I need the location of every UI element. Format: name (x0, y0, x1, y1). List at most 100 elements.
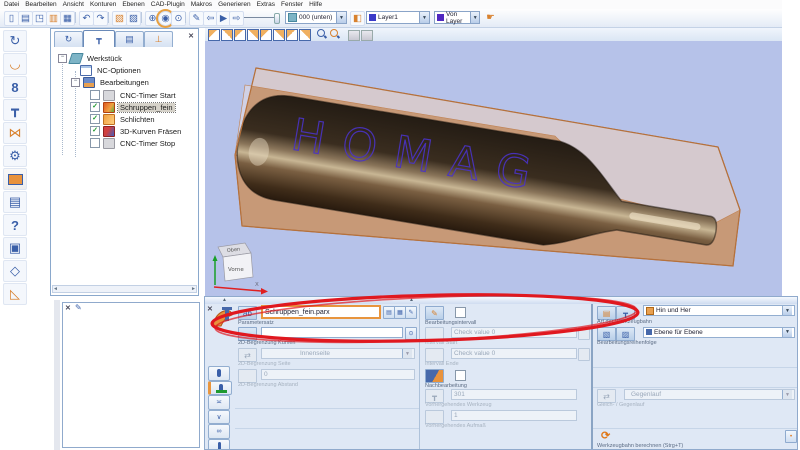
undo-icon[interactable]: ↶ (79, 11, 94, 26)
copy-icon[interactable]: ▧ (112, 11, 127, 26)
drill-macro-icon[interactable]: 8 (3, 76, 27, 98)
param-tab-clamp[interactable]: ≍ (208, 395, 230, 410)
calculate-toolpath-icon[interactable]: ⟳ (601, 429, 610, 442)
view-bottom-icon[interactable] (286, 29, 298, 41)
contour-new-icon[interactable]: ↻ (3, 30, 27, 52)
open-file-icon[interactable]: ◳ (32, 11, 47, 26)
menu-ebenen[interactable]: Ebenen (122, 1, 144, 8)
view-iso1-icon[interactable] (208, 29, 220, 41)
view-iso2-icon[interactable] (221, 29, 233, 41)
clip-plane-icon[interactable] (348, 30, 360, 41)
tab-contours[interactable]: ↻ (54, 31, 83, 47)
tree-item-bearbeitungen[interactable]: − Bearbeitungen (71, 76, 151, 88)
vorhergehendes-werkzeug-field[interactable]: 301 (451, 389, 577, 400)
tab-machining[interactable]: ┳ (83, 30, 115, 48)
new-template-icon[interactable]: ▤ (18, 11, 33, 26)
chevron-down-icon[interactable]: ▼ (336, 12, 346, 23)
color-select[interactable]: Von Layer ▼ (434, 11, 480, 24)
begrenzung-abstand-field[interactable]: 0 (261, 369, 415, 380)
checkbox[interactable] (90, 138, 100, 148)
collapse-icon[interactable]: ▲ (409, 297, 414, 303)
view-side-icon[interactable] (260, 29, 272, 41)
begrenzung-seite-select[interactable]: Innenseite ▼ (261, 348, 415, 359)
reihenfolge-select[interactable]: Ebene für Ebene ▼ (643, 327, 795, 338)
view-front-icon[interactable] (247, 29, 259, 41)
menu-fenster[interactable]: Fenster (281, 1, 303, 8)
close-icon[interactable]: ✕ (188, 32, 194, 40)
layer-select[interactable]: Layer1 ▼ (366, 11, 430, 24)
view-back-icon[interactable] (273, 29, 285, 41)
param-tab-probe[interactable] (208, 439, 230, 450)
new-file-icon[interactable]: ▯ (4, 11, 19, 26)
nachbearbeitung-checkbox[interactable] (455, 370, 466, 381)
contour-pen-icon[interactable]: ✎ (189, 11, 204, 26)
param-tab-link[interactable]: ∞ (208, 424, 230, 439)
edit-paramset-button[interactable]: ✎ (405, 306, 417, 319)
document-macro-icon[interactable]: ▤ (3, 191, 27, 213)
param-tab-vgroove[interactable]: ∨ (208, 410, 230, 425)
speed-slider-handle[interactable] (274, 13, 280, 24)
panel-header[interactable]: ▲ ▲ (205, 297, 798, 304)
param-tab-tool-active[interactable] (208, 381, 232, 396)
help-query-icon[interactable]: ? (3, 214, 27, 236)
intervall-start-field[interactable]: Check value 0 (451, 327, 577, 338)
scroll-right-icon[interactable]: ► (191, 286, 196, 292)
menu-generieren[interactable]: Generieren (218, 1, 251, 8)
tree-item-3d-kurven-fraesen[interactable]: ✓ 3D-Kurven Fräsen (90, 125, 183, 137)
monitor-macro-icon[interactable] (3, 168, 27, 190)
corner-tool-icon[interactable]: ◺ (3, 283, 27, 305)
checkbox[interactable]: ✓ (90, 102, 100, 112)
import-icon[interactable]: ▥ (46, 11, 61, 26)
tree-item-werkstueck[interactable]: − Werkstück (58, 52, 124, 64)
panel-splitter[interactable] (54, 300, 60, 450)
tree-horizontal-scrollbar[interactable]: ◄ ► (52, 285, 197, 293)
surface-macro-icon[interactable]: ◇ (3, 260, 27, 282)
vorhergehendes-aufmass-field[interactable]: 1 (451, 410, 577, 421)
gear-macro-icon[interactable]: ⚙ (3, 145, 27, 167)
werkzeugbahn-select[interactable]: Hin und Her ▼ (643, 305, 795, 316)
redo-icon[interactable]: ↷ (93, 11, 108, 26)
step-forward-icon[interactable]: ⇨ (229, 11, 244, 26)
chevron-down-icon[interactable]: ▼ (782, 328, 792, 337)
bearbeitungsintervall-checkbox[interactable] (455, 307, 466, 318)
hand-pick-icon[interactable]: ☛ (484, 11, 497, 24)
wireframe-view-icon[interactable]: ⊙ (171, 11, 186, 26)
checkbox[interactable]: ✓ (90, 114, 100, 124)
tree-item-schruppen-fein[interactable]: ✓ Schruppen_fein (90, 101, 175, 113)
collapse-icon[interactable]: ▲ (222, 297, 227, 303)
edit-note-icon[interactable]: ✎ (75, 303, 82, 312)
chevron-down-icon[interactable]: ▼ (470, 12, 479, 23)
expander-icon[interactable]: − (71, 78, 80, 87)
menu-konturen[interactable]: Konturen (90, 1, 116, 8)
menu-ansicht[interactable]: Ansicht (63, 1, 84, 8)
menu-cad-plugin[interactable]: CAD-Plugin (151, 1, 185, 8)
begrenzung-kurven-field[interactable] (261, 327, 403, 338)
menu-makros[interactable]: Makros (191, 1, 212, 8)
param-tab-tool[interactable] (208, 366, 230, 381)
close-icon[interactable]: ✕ (65, 304, 71, 312)
paint-layer-icon[interactable]: ◧ (350, 11, 365, 26)
orientation-cube[interactable]: Oben Vorne X (211, 237, 275, 295)
tab-report[interactable]: ▤ (115, 31, 144, 47)
save-icon[interactable]: ▦ (60, 11, 75, 26)
chevron-down-icon[interactable]: ▼ (419, 12, 429, 23)
level-select[interactable]: 000 (unten) ▼ (285, 11, 347, 24)
menu-bearbeiten[interactable]: Bearbeiten (25, 1, 56, 8)
expander-icon[interactable]: − (58, 54, 67, 63)
gegenlauf-select[interactable]: Gegenlauf ▼ (624, 389, 795, 400)
scroll-left-icon[interactable]: ◄ (53, 286, 58, 292)
routing-macro-icon[interactable]: ┳ (3, 99, 27, 121)
speed-slider-track[interactable] (244, 17, 274, 18)
parametersatz-field[interactable]: Schruppen_fein.parx (261, 305, 381, 319)
tree-item-cnc-timer-start[interactable]: CNC-Timer Start (90, 89, 178, 101)
package-macro-icon[interactable]: ▣ (3, 237, 27, 259)
tree-item-cnc-timer-stop[interactable]: CNC-Timer Stop (90, 137, 177, 149)
view-rotate-icon[interactable] (299, 29, 311, 41)
intervall-ende-field[interactable]: Check value 0 (451, 348, 577, 359)
viewport-canvas[interactable]: HOMAG Oben Vorne X (205, 41, 782, 296)
section-view-icon[interactable] (361, 30, 373, 41)
checkbox[interactable]: ✓ (90, 126, 100, 136)
view-top-icon[interactable] (234, 29, 246, 41)
menu-hilfe[interactable]: Hilfe (309, 1, 322, 8)
zoom-in-icon[interactable] (317, 29, 327, 39)
